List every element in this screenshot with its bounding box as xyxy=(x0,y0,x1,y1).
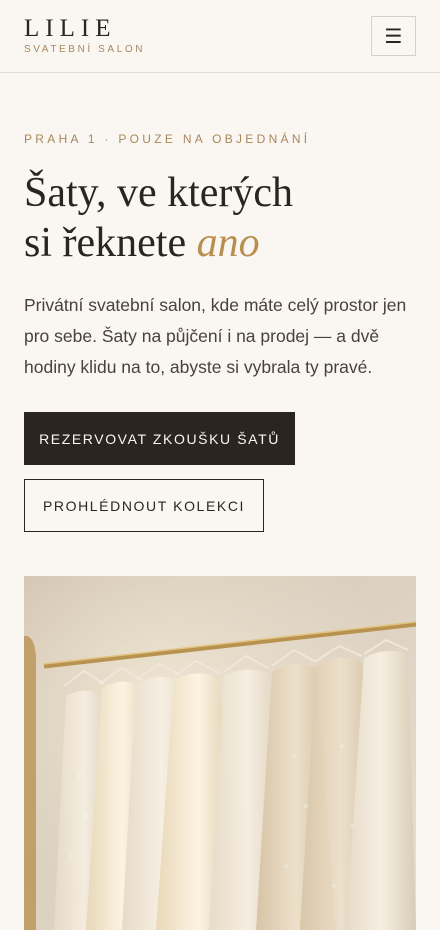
hero-image-wedding-dresses xyxy=(24,576,416,930)
brand-tagline: SVATEBNÍ SALON xyxy=(24,44,146,55)
hamburger-menu-icon: ☰ xyxy=(384,25,403,48)
headline-accent: ano xyxy=(196,220,260,266)
site-header: LILIE SVATEBNÍ SALON ☰ xyxy=(0,0,440,73)
hero-headline: Šaty, ve kterých si řeknete ano xyxy=(24,168,424,268)
browse-collection-button[interactable]: PROHLÉDNOUT KOLEKCI xyxy=(24,479,264,532)
brand-logo[interactable]: LILIE xyxy=(24,15,116,43)
headline-line-1: Šaty, ve kterých xyxy=(24,170,294,216)
headline-line-2: si řeknete xyxy=(24,220,187,266)
hero-eyebrow: PRAHA 1 · POUZE NA OBJEDNÁNÍ xyxy=(24,132,311,146)
book-fitting-button[interactable]: REZERVOVAT ZKOUŠKU ŠATŮ xyxy=(24,412,295,465)
hero-lead: Privátní svatební salon, kde máte celý p… xyxy=(24,295,407,377)
menu-button[interactable]: ☰ xyxy=(371,16,416,56)
